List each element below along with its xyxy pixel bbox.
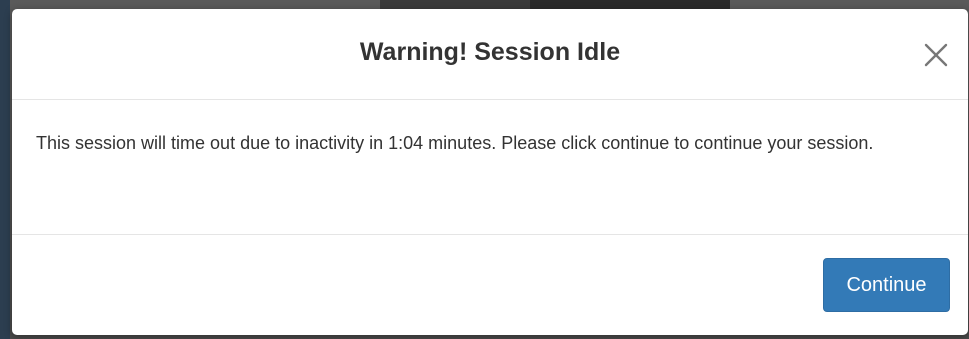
dialog-header: Warning! Session Idle [12, 9, 968, 100]
session-idle-dialog: Warning! Session Idle This session will … [12, 9, 968, 335]
close-button[interactable] [922, 41, 950, 69]
close-icon [922, 41, 950, 69]
dialog-footer: Continue [12, 235, 968, 335]
dialog-title: Warning! Session Idle [359, 38, 621, 66]
timeout-message: This session will time out due to inacti… [36, 133, 874, 153]
dialog-body: This session will time out due to inacti… [12, 100, 968, 235]
continue-button[interactable]: Continue [823, 258, 950, 312]
